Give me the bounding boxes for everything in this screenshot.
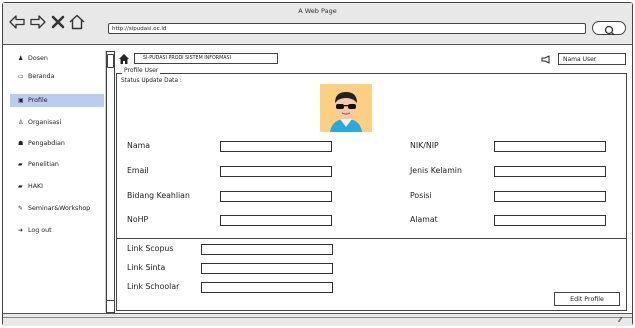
- jenis-kelamin-label: Jenis Kelamin: [410, 166, 462, 175]
- id-card-icon: ▣: [18, 97, 24, 104]
- nohp-input[interactable]: [220, 215, 332, 226]
- url-bar[interactable]: http://sipudasi.oc.id: [108, 23, 586, 34]
- alamat-input[interactable]: [494, 215, 606, 226]
- sidebar-item-pengabdian[interactable]: ☗ Pengabdian: [10, 137, 104, 150]
- avatar: [320, 84, 372, 132]
- close-icon[interactable]: [49, 13, 67, 31]
- link-scopus-input[interactable]: [201, 244, 333, 255]
- nik-nip-label: NIK/NIP: [410, 141, 439, 150]
- posisi-label: Posisi: [410, 191, 432, 200]
- book-icon: ▰: [18, 183, 23, 190]
- book-icon: ▰: [18, 161, 23, 168]
- sidebar-item-log-out[interactable]: ➜ Log out: [10, 224, 104, 237]
- alamat-label: Alamat: [410, 215, 438, 224]
- user-name-box[interactable]: Nama User: [558, 53, 626, 65]
- sidebar-item-label: Beranda: [28, 73, 55, 80]
- pencil-icon: ✎: [18, 205, 24, 212]
- scrollbar-thumb[interactable]: [107, 54, 114, 68]
- status-update-label: Status Update Data :: [121, 78, 182, 84]
- link-scopus-label: Link Scopus: [127, 244, 174, 253]
- sidebar-item-penelitian[interactable]: ▰ Penelitian: [10, 158, 104, 171]
- home-icon[interactable]: [68, 13, 86, 31]
- logout-icon: ➜: [18, 227, 24, 234]
- bidang-keahlian-label: Bidang Keahlian: [127, 191, 190, 200]
- megaphone-icon[interactable]: [541, 55, 551, 64]
- nama-input[interactable]: [220, 141, 332, 152]
- link-sinta-label: Link Sinta: [127, 263, 166, 272]
- sitemap-icon: ♙: [18, 119, 24, 126]
- back-arrow-icon[interactable]: [8, 13, 26, 31]
- scrollbar-down-arrow[interactable]: [106, 300, 115, 312]
- jenis-kelamin-input[interactable]: [494, 166, 606, 177]
- email-input[interactable]: [220, 166, 332, 177]
- section-divider: [117, 238, 627, 239]
- sidebar-item-seminar-workshop[interactable]: ✎ Seminar&Workshop: [10, 202, 104, 215]
- link-schoolar-label: Link Schoolar: [127, 282, 180, 291]
- sidebar-scrollbar[interactable]: [106, 51, 115, 313]
- forward-arrow-icon[interactable]: [29, 13, 47, 31]
- sidebar-item-label: Penelitian: [28, 161, 59, 168]
- sidebar-item-organisasi[interactable]: ♙ Organisasi: [10, 116, 104, 129]
- resize-grip-icon[interactable]: ⁄⁄: [619, 316, 621, 324]
- status-bar-line: [3, 317, 632, 318]
- status-bar: [3, 313, 632, 326]
- sidebar-item-label: Organisasi: [28, 119, 62, 126]
- edit-profile-button[interactable]: Edit Profile: [554, 292, 620, 306]
- sidebar-item-label: HAKI: [28, 183, 44, 190]
- home-icon: ▭: [18, 73, 24, 80]
- link-sinta-input[interactable]: [201, 263, 333, 274]
- sidebar-item-dosen[interactable]: ♟ Dosen: [10, 52, 104, 65]
- sidebar-item-label: Profile: [28, 97, 48, 104]
- person-icon: ♟: [18, 55, 24, 62]
- window-title: A Web Page: [298, 7, 337, 15]
- nohp-label: NoHP: [127, 215, 149, 224]
- sidebar-item-label: Seminar&Workshop: [28, 205, 91, 212]
- sidebar-item-profile[interactable]: ▣ Profile: [10, 94, 104, 107]
- search-icon: [604, 25, 615, 36]
- users-icon: ☗: [18, 140, 24, 147]
- sidebar-item-label: Log out: [28, 227, 52, 234]
- bidang-keahlian-input[interactable]: [220, 191, 332, 202]
- email-label: Email: [127, 166, 149, 175]
- user-avatar-icon: [330, 92, 362, 132]
- breadcrumb: SI-PUDASI PRODI SISTEM INFORMASI: [134, 53, 278, 64]
- panel-title: Profile User: [122, 67, 161, 74]
- sidebar-item-beranda[interactable]: ▭ Beranda: [10, 70, 104, 83]
- sidebar-item-label: Pengabdian: [28, 140, 65, 147]
- posisi-input[interactable]: [494, 191, 606, 202]
- nik-nip-input[interactable]: [494, 141, 606, 152]
- link-schoolar-input[interactable]: [201, 282, 333, 293]
- search-button[interactable]: [592, 21, 626, 36]
- home-icon[interactable]: [118, 53, 130, 65]
- sidebar-item-label: Dosen: [28, 55, 48, 62]
- sidebar-item-haki[interactable]: ▰ HAKI: [10, 180, 104, 193]
- nama-label: Nama: [127, 141, 150, 150]
